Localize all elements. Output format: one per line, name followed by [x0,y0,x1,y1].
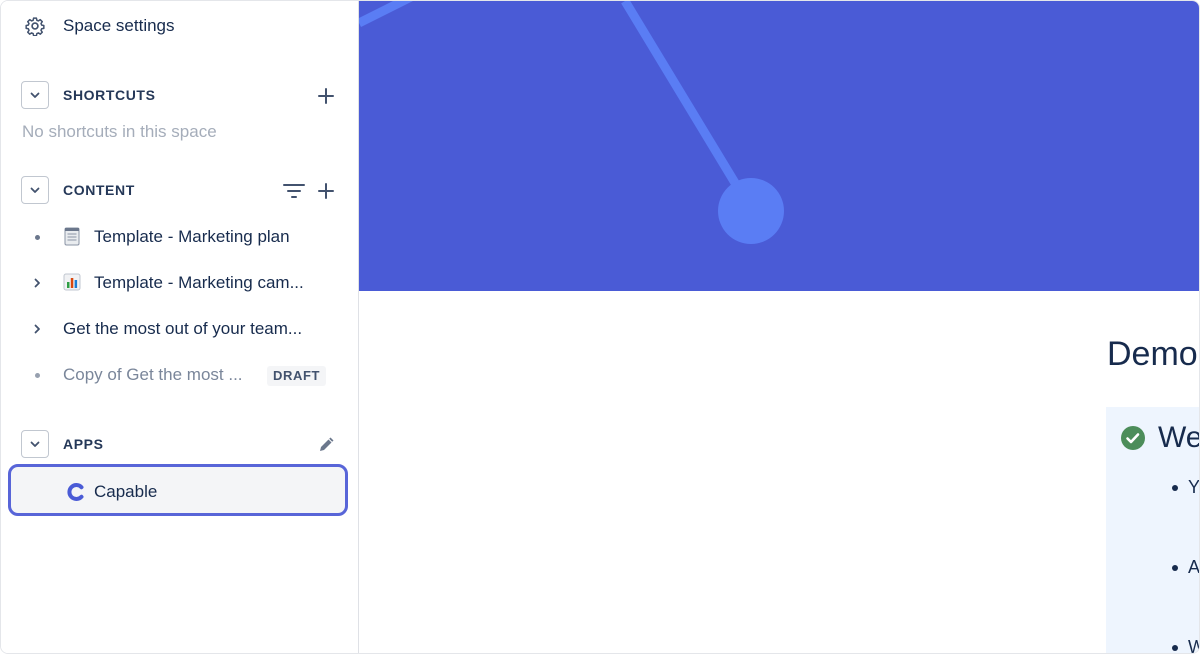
chevron-right-icon[interactable] [27,320,47,338]
shortcuts-collapse-button[interactable] [21,81,49,109]
filter-content-button[interactable] [283,180,305,202]
notepad-icon [64,227,80,246]
chevron-down-icon [30,92,40,98]
panel-bullet: W [1172,637,1199,653]
info-panel: We Y A W [1106,407,1200,653]
content-collapse-button[interactable] [21,176,49,204]
pencil-icon [320,437,334,451]
content-section-header: CONTENT [1,176,358,206]
plus-icon [318,183,334,199]
panel-heading: We [1158,421,1200,454]
add-shortcut-button[interactable] [315,85,337,107]
filter-icon [283,184,305,198]
content-item-marketing-plan[interactable]: Template - Marketing plan [1,220,358,254]
space-settings-link[interactable]: Space settings [1,11,358,41]
shortcuts-section-header: SHORTCUTS [1,81,358,111]
shortcuts-title: SHORTCUTS [63,87,156,103]
content-item-marketing-campaign[interactable]: Template - Marketing cam... [1,266,358,300]
chevron-down-icon [30,441,40,447]
content-item-label: Copy of Get the most ... [63,365,243,384]
apps-collapse-button[interactable] [21,430,49,458]
app-item-capable[interactable]: Capable [8,464,348,516]
apps-section-header: APPS [1,430,358,460]
space-settings-label: Space settings [63,16,175,35]
panel-bullet: Y [1172,477,1199,498]
chevron-down-icon [30,187,40,193]
content-item-label: Template - Marketing cam... [94,273,304,292]
header-banner-image [359,1,1199,291]
gear-icon [25,17,45,36]
draft-badge: DRAFT [267,366,327,386]
banner-graphic [359,1,784,244]
plus-icon [318,88,334,104]
content-item-get-the-most[interactable]: Get the most out of your team... [1,312,358,346]
sidebar: Space settings SHORTCUTS No shortcuts in… [1,1,359,653]
content-item-label: Get the most out of your team... [63,319,303,338]
app-window: Space settings SHORTCUTS No shortcuts in… [0,0,1200,654]
bullet-icon [27,228,47,246]
chevron-right-icon[interactable] [27,274,47,292]
bullet-icon [27,366,47,384]
check-circle-icon [1121,426,1145,450]
capable-logo-icon [67,483,84,501]
panel-bullet: A [1172,557,1199,578]
app-item-label: Capable [94,482,158,501]
edit-apps-button[interactable] [315,434,337,456]
add-content-button[interactable] [315,180,337,202]
shortcuts-empty-text: No shortcuts in this space [22,122,217,141]
content-item-copy-draft[interactable]: Copy of Get the most ... DRAFT [1,358,358,392]
page-title: Demo [1107,335,1198,373]
content-title: CONTENT [63,182,135,198]
bar-chart-icon [63,273,81,291]
content-item-label: Template - Marketing plan [94,227,290,246]
apps-title: APPS [63,436,104,452]
